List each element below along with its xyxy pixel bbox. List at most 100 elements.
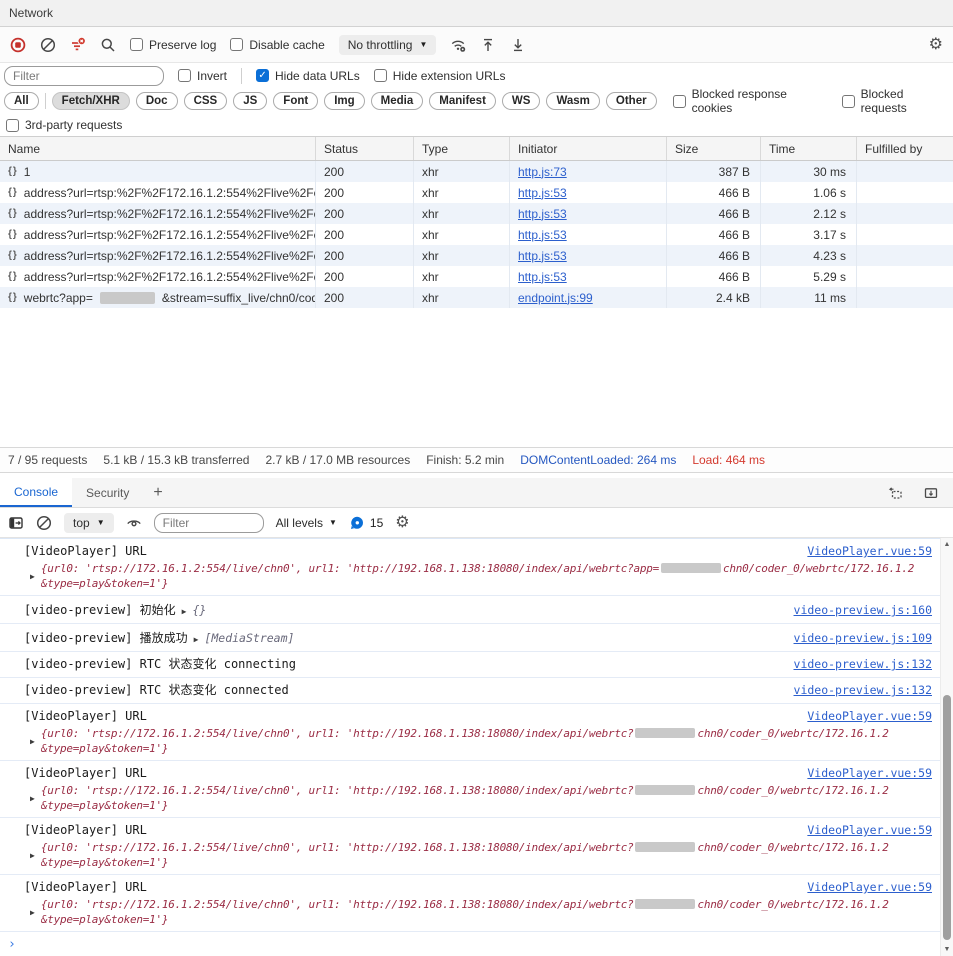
scroll-down-arrow-icon[interactable]: ▼ — [941, 946, 953, 953]
disable-cache-checkbox[interactable] — [230, 38, 243, 51]
console-message[interactable]: [VideoPlayer] URLVideoPlayer.vue:59 ▶ {u… — [0, 539, 940, 596]
initiator-link[interactable]: http.js:53 — [518, 270, 567, 284]
source-link[interactable]: video-preview.js:109 — [782, 629, 932, 647]
throttling-select[interactable]: No throttling ▼ — [339, 35, 437, 55]
initiator-link[interactable]: http.js:73 — [518, 165, 567, 179]
network-filter-icon[interactable] — [70, 37, 86, 53]
console-message[interactable]: [VideoPlayer] URLVideoPlayer.vue:59 ▶ {u… — [0, 818, 940, 875]
console-filter-input[interactable] — [154, 513, 264, 533]
disable-cache-option[interactable]: Disable cache — [230, 38, 324, 52]
source-link[interactable]: VideoPlayer.vue:59 — [795, 542, 932, 560]
table-row[interactable]: {}webrtc?app=&stream=suffix_live/chn0/co… — [0, 287, 953, 308]
source-link[interactable]: VideoPlayer.vue:59 — [795, 707, 932, 725]
hide-data-urls-option[interactable]: ✓ Hide data URLs — [256, 69, 360, 83]
invert-checkbox[interactable] — [178, 69, 191, 82]
console-settings-gear-icon[interactable]: ⚙ — [395, 515, 409, 531]
source-link[interactable]: VideoPlayer.vue:59 — [795, 878, 932, 896]
console-prompt-chevron[interactable]: › — [0, 932, 940, 952]
object-preview[interactable]: {url0: 'rtsp://172.16.1.2:554/live/chn0'… — [41, 840, 889, 870]
context-select[interactable]: top ▼ — [64, 513, 114, 533]
table-row[interactable]: {}address?url=rtsp:%2F%2F172.16.1.2:554%… — [0, 182, 953, 203]
network-conditions-icon[interactable] — [450, 37, 466, 53]
console-message[interactable]: [video-preview] 播放成功▶[MediaStream]video-… — [0, 624, 940, 652]
filter-pill-js[interactable]: JS — [233, 92, 267, 110]
filter-pill-media[interactable]: Media — [371, 92, 424, 110]
filter-pill-font[interactable]: Font — [273, 92, 318, 110]
expand-triangle-icon[interactable]: ▶ — [30, 569, 35, 591]
clear-network-icon[interactable] — [40, 37, 56, 53]
initiator-link[interactable]: http.js:53 — [518, 228, 567, 242]
filter-pill-all[interactable]: All — [4, 92, 39, 110]
blocked-response-cookies-checkbox[interactable] — [673, 95, 686, 108]
source-link[interactable]: video-preview.js:160 — [782, 601, 932, 619]
invert-option[interactable]: Invert — [178, 69, 227, 83]
object-preview[interactable]: {url0: 'rtsp://172.16.1.2:554/live/chn0'… — [41, 561, 914, 591]
scrollbar-thumb[interactable] — [943, 695, 951, 940]
filter-pill-doc[interactable]: Doc — [136, 92, 178, 110]
console-message[interactable]: [VideoPlayer] URLVideoPlayer.vue:59 ▶ {u… — [0, 875, 940, 932]
column-header-fulfilled-by[interactable]: Fulfilled by — [857, 137, 953, 160]
object-preview[interactable]: [MediaStream] — [204, 629, 294, 647]
console-message-count[interactable]: 15 — [349, 515, 383, 531]
column-header-name[interactable]: Name — [0, 137, 316, 160]
restore-drawer-icon[interactable] — [887, 485, 903, 501]
source-link[interactable]: VideoPlayer.vue:59 — [795, 821, 932, 839]
import-har-icon[interactable] — [480, 37, 496, 53]
filter-pill-manifest[interactable]: Manifest — [429, 92, 496, 110]
filter-pill-img[interactable]: Img — [324, 92, 364, 110]
record-icon[interactable] — [10, 37, 26, 53]
hide-data-urls-checkbox[interactable]: ✓ — [256, 69, 269, 82]
filter-pill-other[interactable]: Other — [606, 92, 657, 110]
log-levels-select[interactable]: All levels ▼ — [276, 516, 337, 530]
initiator-link[interactable]: http.js:53 — [518, 186, 567, 200]
export-har-icon[interactable] — [510, 37, 526, 53]
third-party-checkbox[interactable] — [6, 119, 19, 132]
column-header-time[interactable]: Time — [761, 137, 857, 160]
object-preview[interactable]: {url0: 'rtsp://172.16.1.2:554/live/chn0'… — [41, 726, 889, 756]
object-preview[interactable]: {url0: 'rtsp://172.16.1.2:554/live/chn0'… — [41, 783, 889, 813]
console-message[interactable]: [VideoPlayer] URLVideoPlayer.vue:59 ▶ {u… — [0, 704, 940, 761]
table-row[interactable]: {}address?url=rtsp:%2F%2F172.16.1.2:554%… — [0, 245, 953, 266]
filter-pill-ws[interactable]: WS — [502, 92, 541, 110]
scroll-up-arrow-icon[interactable]: ▲ — [941, 541, 953, 548]
table-row[interactable]: {}address?url=rtsp:%2F%2F172.16.1.2:554%… — [0, 224, 953, 245]
source-link[interactable]: video-preview.js:132 — [782, 655, 932, 673]
preserve-log-option[interactable]: Preserve log — [130, 38, 216, 52]
column-header-size[interactable]: Size — [667, 137, 761, 160]
third-party-option[interactable]: 3rd-party requests — [6, 118, 122, 132]
filter-pill-wasm[interactable]: Wasm — [546, 92, 599, 110]
expand-triangle-icon[interactable]: ▶ — [30, 734, 35, 756]
console-sidebar-icon[interactable] — [8, 515, 24, 531]
live-expression-eye-icon[interactable] — [126, 515, 142, 531]
table-row[interactable]: {}1 200 xhr http.js:73 387 B 30 ms — [0, 161, 953, 182]
expand-triangle-icon[interactable]: ▶ — [194, 632, 199, 647]
initiator-link[interactable]: http.js:53 — [518, 207, 567, 221]
console-message[interactable]: [video-preview] 初始化▶{}video-preview.js:1… — [0, 596, 940, 624]
tab-console[interactable]: Console — [0, 478, 72, 507]
blocked-requests-checkbox[interactable] — [842, 95, 855, 108]
tab-security[interactable]: Security — [72, 478, 143, 507]
close-drawer-icon[interactable] — [923, 485, 939, 501]
expand-triangle-icon[interactable]: ▶ — [30, 791, 35, 813]
initiator-link[interactable]: http.js:53 — [518, 249, 567, 263]
source-link[interactable]: video-preview.js:132 — [782, 681, 932, 699]
expand-triangle-icon[interactable]: ▶ — [30, 905, 35, 927]
hide-extension-urls-option[interactable]: Hide extension URLs — [374, 69, 506, 83]
add-tab-button[interactable]: + — [143, 478, 172, 507]
object-preview[interactable]: {url0: 'rtsp://172.16.1.2:554/live/chn0'… — [41, 897, 889, 927]
column-header-initiator[interactable]: Initiator — [510, 137, 667, 160]
network-settings-gear-icon[interactable]: ⚙ — [929, 37, 943, 53]
console-message[interactable]: [video-preview] RTC 状态变化 connectingvideo… — [0, 652, 940, 678]
source-link[interactable]: VideoPlayer.vue:59 — [795, 764, 932, 782]
column-header-status[interactable]: Status — [316, 137, 414, 160]
console-scrollbar[interactable]: ▲ ▼ — [940, 538, 953, 956]
expand-triangle-icon[interactable]: ▶ — [30, 848, 35, 870]
expand-triangle-icon[interactable]: ▶ — [182, 604, 187, 619]
blocked-requests-option[interactable]: Blocked requests — [842, 87, 949, 115]
blocked-response-cookies-option[interactable]: Blocked response cookies — [673, 87, 826, 115]
console-message[interactable]: [video-preview] RTC 状态变化 connectedvideo-… — [0, 678, 940, 704]
filter-pill-css[interactable]: CSS — [184, 92, 228, 110]
column-header-type[interactable]: Type — [414, 137, 510, 160]
clear-console-icon[interactable] — [36, 515, 52, 531]
hide-extension-urls-checkbox[interactable] — [374, 69, 387, 82]
